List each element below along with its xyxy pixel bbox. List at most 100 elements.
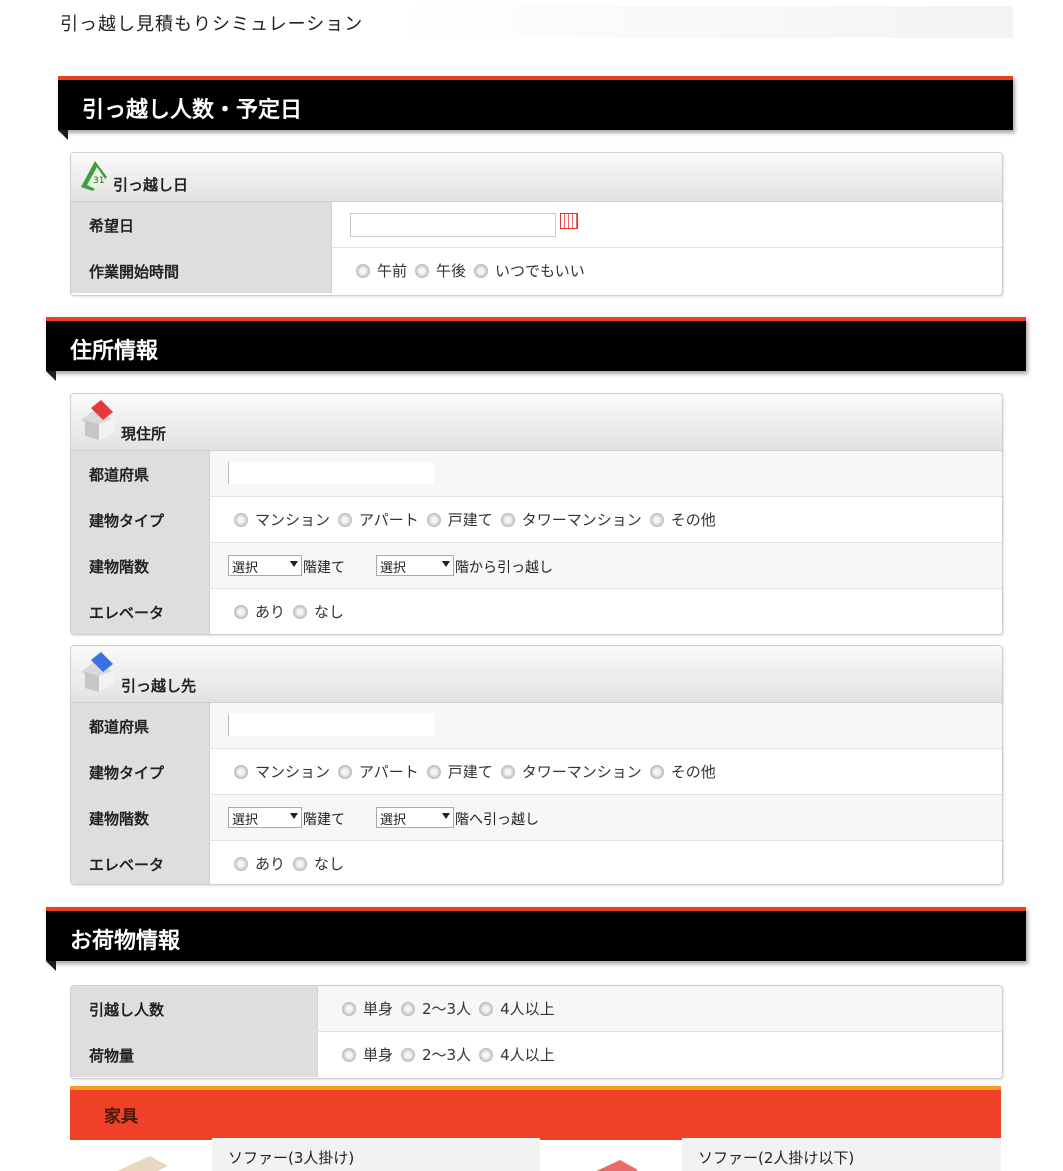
calendar-picker-icon[interactable]	[560, 213, 578, 229]
row-label-cell: エレベータ	[71, 589, 210, 634]
radio-am[interactable]: 午前	[356, 260, 407, 281]
radio-icon[interactable]	[479, 1001, 494, 1016]
radio-pm[interactable]: 午後	[415, 260, 466, 281]
radio-apartment[interactable]: アパート	[338, 509, 419, 530]
radio-anytime[interactable]: いつでもいい	[474, 260, 585, 281]
radio-icon[interactable]	[234, 604, 248, 619]
radio-icon[interactable]	[356, 263, 370, 278]
radio-2-3[interactable]: 2〜3人	[401, 998, 471, 1019]
floors-label: 建物階数	[89, 558, 150, 576]
radio-label: あり	[255, 603, 286, 621]
luggage-amount-label: 荷物量	[89, 1047, 135, 1065]
row-value-cell: あり なし	[210, 589, 1002, 634]
radio-icon[interactable]	[342, 1001, 356, 1016]
radio-2-3[interactable]: 2〜3人	[401, 1044, 471, 1065]
radio-tower-mansion[interactable]: タワーマンション	[500, 761, 642, 782]
radio-icon[interactable]	[293, 604, 308, 619]
radio-icon[interactable]	[234, 856, 248, 871]
radio-single[interactable]: 単身	[342, 1044, 393, 1065]
prefecture-input[interactable]	[228, 462, 434, 484]
radio-elevator-yes[interactable]: あり	[234, 853, 285, 874]
desired-date-input[interactable]	[350, 213, 556, 237]
elevator-row: エレベータ あり なし	[71, 841, 1002, 884]
radio-mansion[interactable]: マンション	[234, 761, 330, 782]
radio-other[interactable]: その他	[649, 761, 716, 782]
radio-label: 単身	[363, 1000, 394, 1018]
radio-tower-mansion[interactable]: タワーマンション	[500, 509, 642, 530]
elevator-label: エレベータ	[89, 604, 165, 622]
radio-elevator-yes[interactable]: あり	[234, 601, 285, 622]
radio-icon[interactable]	[500, 512, 515, 527]
people-count-row: 引越し人数 単身 2〜3人 4人以上	[71, 986, 1002, 1032]
prefecture-input[interactable]	[228, 714, 434, 736]
radio-label: なし	[314, 603, 345, 621]
building-type-label: 建物タイプ	[89, 764, 165, 782]
furniture-item-sofa-3[interactable]: ソファー(3人掛け)	[70, 1138, 540, 1171]
elevator-options: あり なし	[234, 853, 352, 874]
radio-other[interactable]: その他	[649, 509, 716, 530]
row-value-cell: 単身 2〜3人 4人以上	[318, 986, 1002, 1031]
floors-row: 建物階数 選択 階建て 選択 階から引っ越し	[71, 543, 1002, 589]
radio-single[interactable]: 単身	[342, 998, 393, 1019]
panel-header: 現住所	[71, 394, 1002, 451]
chevron-down-icon	[442, 813, 450, 819]
radio-mansion[interactable]: マンション	[234, 509, 330, 530]
row-label-cell: 希望日	[71, 202, 332, 247]
moving-floor-select[interactable]: 選択	[376, 807, 454, 828]
radio-elevator-no[interactable]: なし	[293, 853, 344, 874]
radio-icon[interactable]	[234, 512, 248, 527]
row-value-cell	[332, 202, 1002, 247]
elevator-row: エレベータ あり なし	[71, 589, 1002, 634]
radio-icon[interactable]	[415, 263, 430, 278]
header-fold-decoration	[58, 130, 68, 140]
row-value-cell	[210, 451, 1002, 496]
radio-icon[interactable]	[401, 1047, 416, 1062]
calendar-icon: 31	[81, 161, 107, 191]
select-value: 選択	[380, 561, 407, 576]
section-title: お荷物情報	[70, 929, 181, 954]
radio-icon[interactable]	[649, 512, 664, 527]
radio-icon[interactable]	[342, 1047, 356, 1062]
row-label-cell: 都道府県	[71, 451, 210, 496]
radio-apartment[interactable]: アパート	[338, 761, 419, 782]
radio-icon[interactable]	[474, 263, 489, 278]
radio-icon[interactable]	[479, 1047, 494, 1062]
row-label-cell: 作業開始時間	[71, 248, 332, 293]
radio-icon[interactable]	[401, 1001, 416, 1016]
row-value-cell: 選択 階建て 選択 階から引っ越し	[210, 543, 1002, 588]
total-floors-select[interactable]: 選択	[228, 555, 302, 576]
radio-label: アパート	[359, 763, 419, 781]
total-floors-select[interactable]: 選択	[228, 807, 302, 828]
row-value-cell: マンション アパート 戸建て タワーマンション その他	[210, 497, 1002, 542]
floors-text: 階建て	[303, 812, 345, 828]
radio-house[interactable]: 戸建て	[426, 761, 493, 782]
people-count-options: 単身 2〜3人 4人以上	[342, 998, 563, 1019]
radio-icon[interactable]	[293, 856, 308, 871]
radio-icon[interactable]	[426, 512, 441, 527]
house-red-icon	[81, 400, 115, 440]
moving-floor-select[interactable]: 選択	[376, 555, 454, 576]
radio-4plus[interactable]: 4人以上	[479, 1044, 555, 1065]
start-time-row: 作業開始時間 午前 午後 いつでもいい	[71, 248, 1002, 293]
row-value-cell: マンション アパート 戸建て タワーマンション その他	[210, 749, 1002, 794]
prefecture-label: 都道府県	[89, 466, 150, 484]
panel-title: 引っ越し先	[121, 677, 197, 695]
header-fold-decoration	[46, 371, 56, 381]
furniture-item-name: ソファー(3人掛け)	[228, 1149, 355, 1167]
radio-icon[interactable]	[426, 764, 441, 779]
sofa-icon	[117, 1156, 168, 1171]
radio-house[interactable]: 戸建て	[426, 509, 493, 530]
current-address-panel: 現住所 都道府県 建物タイプ マンション アパート 戸建て タワーマンション そ…	[70, 393, 1003, 635]
row-value-cell	[210, 703, 1002, 748]
panel-header: 引っ越し先	[71, 646, 1002, 703]
prefecture-row: 都道府県	[71, 451, 1002, 497]
radio-icon[interactable]	[649, 764, 664, 779]
radio-elevator-no[interactable]: なし	[293, 601, 344, 622]
radio-icon[interactable]	[234, 764, 248, 779]
radio-icon[interactable]	[338, 512, 353, 527]
radio-label: なし	[314, 855, 345, 873]
radio-icon[interactable]	[500, 764, 515, 779]
radio-icon[interactable]	[338, 764, 353, 779]
furniture-item-sofa-2[interactable]: ソファー(2人掛け以下)	[540, 1138, 1001, 1171]
radio-4plus[interactable]: 4人以上	[479, 998, 555, 1019]
